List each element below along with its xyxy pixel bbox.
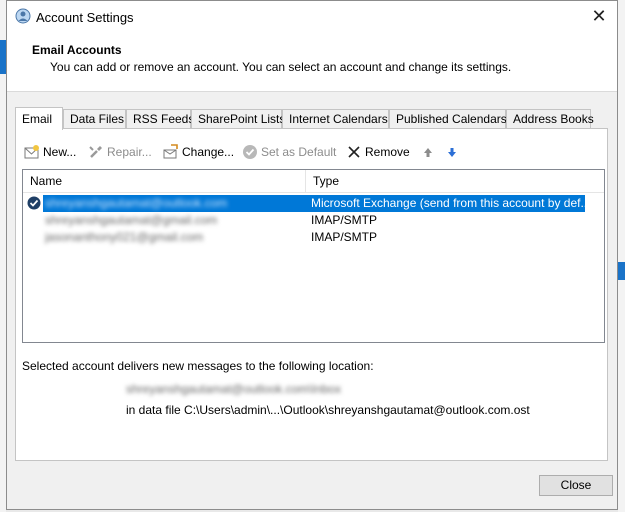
wrench-icon bbox=[89, 146, 102, 158]
set-as-default-button[interactable]: Set as Default bbox=[242, 141, 336, 163]
account-type: Microsoft Exchange (send from this accou… bbox=[311, 196, 591, 210]
remove-x-icon bbox=[348, 146, 360, 158]
email-tab-panel: New... Repair... Change... Set as Defaul… bbox=[15, 128, 608, 461]
account-settings-icon bbox=[15, 8, 31, 24]
new-account-label: New... bbox=[43, 145, 77, 159]
set-as-default-label: Set as Default bbox=[261, 145, 337, 159]
account-type: IMAP/SMTP bbox=[311, 230, 378, 244]
new-account-button[interactable]: New... bbox=[24, 141, 76, 163]
arrow-down-icon bbox=[448, 148, 456, 157]
header-subtitle: You can add or remove an account. You ca… bbox=[50, 60, 512, 74]
window-title: Account Settings bbox=[36, 10, 134, 25]
background-app-right bbox=[618, 0, 625, 512]
column-header-name[interactable]: Name bbox=[23, 170, 62, 192]
data-file-path: in data file C:\Users\admin\...\Outlook\… bbox=[126, 403, 530, 417]
delivery-location: shreyanshgautamat@outlook.com\Inbox bbox=[126, 382, 341, 396]
account-row[interactable]: shreyanshgautamat@outlook.com Microsoft … bbox=[23, 195, 604, 212]
tab-rss-feeds[interactable]: RSS Feeds bbox=[126, 109, 194, 128]
change-label: Change... bbox=[182, 145, 235, 159]
close-button[interactable]: Close bbox=[539, 475, 613, 496]
new-mail-icon bbox=[24, 145, 39, 159]
dialog-header: Email Accounts You can add or remove an … bbox=[7, 33, 617, 92]
account-name: jasonanthony021@gmail.com bbox=[45, 230, 204, 244]
account-row[interactable]: jasonanthony021@gmail.com IMAP/SMTP bbox=[23, 229, 604, 246]
account-list: Name Type shreyanshgautamat@outlook.com … bbox=[22, 169, 605, 343]
account-type: IMAP/SMTP bbox=[311, 213, 378, 227]
background-accent bbox=[618, 262, 625, 280]
default-account-check-icon bbox=[27, 196, 41, 210]
account-row[interactable]: shreyanshgautamat@gmail.com IMAP/SMTP bbox=[23, 212, 604, 229]
header-title: Email Accounts bbox=[32, 43, 122, 57]
remove-button[interactable]: Remove bbox=[346, 141, 410, 163]
account-name: shreyanshgautamat@outlook.com bbox=[45, 196, 228, 210]
account-settings-dialog: Account Settings ✕ Email Accounts You ca… bbox=[6, 0, 618, 510]
delivery-label: Selected account delivers new messages t… bbox=[22, 359, 374, 373]
move-down-button[interactable] bbox=[446, 141, 461, 163]
default-check-icon bbox=[243, 145, 257, 159]
tab-data-files[interactable]: Data Files bbox=[63, 109, 126, 128]
arrow-up-icon bbox=[424, 148, 432, 157]
column-header-type[interactable]: Type bbox=[305, 170, 339, 192]
change-account-icon bbox=[163, 144, 178, 159]
title-bar: Account Settings ✕ bbox=[7, 1, 617, 33]
tab-email[interactable]: Email bbox=[15, 107, 63, 130]
list-header: Name Type bbox=[23, 170, 604, 193]
move-up-button[interactable] bbox=[422, 141, 437, 163]
close-window-icon[interactable]: ✕ bbox=[589, 6, 609, 26]
account-name: shreyanshgautamat@gmail.com bbox=[45, 213, 218, 227]
repair-label: Repair... bbox=[107, 145, 152, 159]
remove-label: Remove bbox=[365, 145, 410, 159]
tab-address-books[interactable]: Address Books bbox=[506, 109, 594, 128]
change-button[interactable]: Change... bbox=[162, 141, 234, 163]
repair-button[interactable]: Repair... bbox=[88, 141, 152, 163]
tab-internet-calendars[interactable]: Internet Calendars bbox=[282, 109, 389, 128]
tab-sharepoint-lists[interactable]: SharePoint Lists bbox=[191, 109, 285, 128]
tab-published-calendars[interactable]: Published Calendars bbox=[389, 109, 507, 128]
